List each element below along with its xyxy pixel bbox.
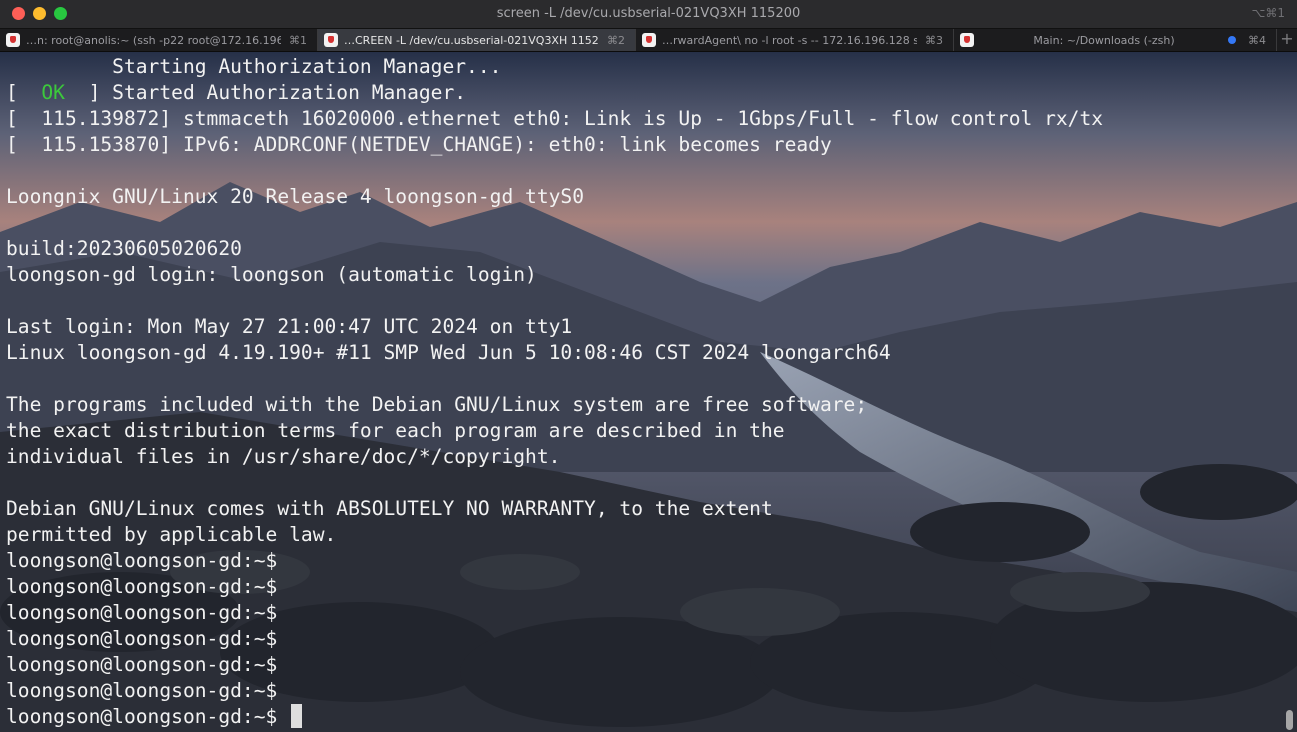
line-text: The programs included with the Debian GN…: [6, 393, 868, 416]
terminal-line: [ 115.153870] IPv6: ADDRCONF(NETDEV_CHAN…: [6, 132, 1277, 158]
terminal-line: the exact distribution terms for each pr…: [6, 418, 1277, 444]
tab-shortcut: ⌘2: [607, 33, 625, 47]
line-text: loongson@loongson-gd:~$: [6, 653, 278, 676]
terminal-line: [ OK ] Started Authorization Manager.: [6, 80, 1277, 106]
tab-shortcut: ⌘3: [925, 33, 943, 47]
activity-dot-icon: [1228, 36, 1236, 44]
terminal-line: loongson@loongson-gd:~$: [6, 704, 1277, 730]
tab-1[interactable]: …n: root@anolis:~ (ssh -p22 root@172.16.…: [0, 29, 318, 51]
terminal-line: The programs included with the Debian GN…: [6, 392, 1277, 418]
ruby-icon: [324, 33, 338, 47]
status-ok: OK: [41, 81, 65, 104]
line-text: permitted by applicable law.: [6, 523, 337, 546]
terminal-output: Starting Authorization Manager...[ OK ] …: [6, 54, 1277, 730]
tab-shortcut: ⌘1: [289, 33, 307, 47]
line-text: loongson@loongson-gd:~$: [6, 601, 278, 624]
window-shortcut: ⌥⌘1: [1251, 6, 1285, 20]
tab-3[interactable]: …rwardAgent\ no -l root -s -- 172.16.196…: [636, 29, 954, 51]
line-text: [ 115.139872] stmmaceth 16020000.etherne…: [6, 107, 1104, 130]
line-text: Linux loongson-gd 4.19.190+ #11 SMP Wed …: [6, 341, 891, 364]
line-text: [ 115.153870] IPv6: ADDRCONF(NETDEV_CHAN…: [6, 133, 832, 156]
terminal-line: loongson@loongson-gd:~$: [6, 626, 1277, 652]
ruby-icon: [642, 33, 656, 47]
tab-label: …CREEN -L /dev/cu.usbserial-021VQ3XH 115…: [344, 33, 599, 47]
terminal-line: permitted by applicable law.: [6, 522, 1277, 548]
terminal-line: Starting Authorization Manager...: [6, 54, 1277, 80]
window-title: screen -L /dev/cu.usbserial-021VQ3XH 115…: [496, 6, 801, 21]
terminal-line: Debian GNU/Linux comes with ABSOLUTELY N…: [6, 496, 1277, 522]
text-cursor[interactable]: [291, 704, 303, 728]
line-text: loongson@loongson-gd:~$: [6, 627, 278, 650]
line-text: the exact distribution terms for each pr…: [6, 419, 785, 442]
line-prefix: [: [6, 81, 42, 104]
tab-4[interactable]: Main: ~/Downloads (-zsh) ⌘4: [954, 29, 1277, 51]
tab-2[interactable]: …CREEN -L /dev/cu.usbserial-021VQ3XH 115…: [318, 29, 636, 51]
terminal-line: loongson@loongson-gd:~$: [6, 574, 1277, 600]
ruby-icon: [6, 33, 20, 47]
line-text: loongson@loongson-gd:~$: [6, 549, 278, 572]
terminal-window: screen -L /dev/cu.usbserial-021VQ3XH 115…: [0, 0, 1297, 732]
terminal-line: [ 115.139872] stmmaceth 16020000.etherne…: [6, 106, 1277, 132]
tab-label: …rwardAgent\ no -l root -s -- 172.16.196…: [662, 33, 917, 47]
tab-label: Main: ~/Downloads (-zsh): [1033, 33, 1175, 47]
line-text: Loongnix GNU/Linux 20 Release 4 loongson…: [6, 185, 585, 208]
tab-shortcut: ⌘4: [1248, 33, 1266, 47]
terminal-line: loongson@loongson-gd:~$: [6, 600, 1277, 626]
tab-label: …n: root@anolis:~ (ssh -p22 root@172.16.…: [26, 33, 281, 47]
line-text: loongson@loongson-gd:~$: [6, 679, 278, 702]
line-text: build:20230605020620: [6, 237, 242, 260]
line-text: loongson-gd login: loongson (automatic l…: [6, 263, 537, 286]
terminal-line: Loongnix GNU/Linux 20 Release 4 loongson…: [6, 184, 1277, 210]
line-text: individual files in /usr/share/doc/*/cop…: [6, 445, 561, 468]
terminal-line: build:20230605020620: [6, 236, 1277, 262]
terminal-line: Last login: Mon May 27 21:00:47 UTC 2024…: [6, 314, 1277, 340]
scrollbar[interactable]: [1286, 710, 1293, 730]
line-text: loongson@loongson-gd:~$: [6, 575, 278, 598]
line-text: Debian GNU/Linux comes with ABSOLUTELY N…: [6, 497, 773, 520]
terminal-line: loongson@loongson-gd:~$: [6, 678, 1277, 704]
line-text: Last login: Mon May 27 21:00:47 UTC 2024…: [6, 315, 573, 338]
terminal-line: loongson@loongson-gd:~$: [6, 652, 1277, 678]
terminal-line: loongson@loongson-gd:~$: [6, 548, 1277, 574]
title-bar: screen -L /dev/cu.usbserial-021VQ3XH 115…: [0, 0, 1297, 29]
line-text: Starting Authorization Manager...: [6, 55, 502, 78]
line-text: ] Started Authorization Manager.: [64, 81, 467, 104]
tab-bar: …n: root@anolis:~ (ssh -p22 root@172.16.…: [0, 29, 1297, 52]
ruby-icon: [960, 33, 974, 47]
terminal-line: individual files in /usr/share/doc/*/cop…: [6, 444, 1277, 470]
terminal-line: Linux loongson-gd 4.19.190+ #11 SMP Wed …: [6, 340, 1277, 366]
new-tab-button[interactable]: +: [1277, 29, 1297, 51]
line-text: loongson@loongson-gd:~$: [6, 705, 290, 728]
terminal-line: loongson-gd login: loongson (automatic l…: [6, 262, 1277, 288]
terminal-view[interactable]: Starting Authorization Manager...[ OK ] …: [0, 52, 1297, 732]
